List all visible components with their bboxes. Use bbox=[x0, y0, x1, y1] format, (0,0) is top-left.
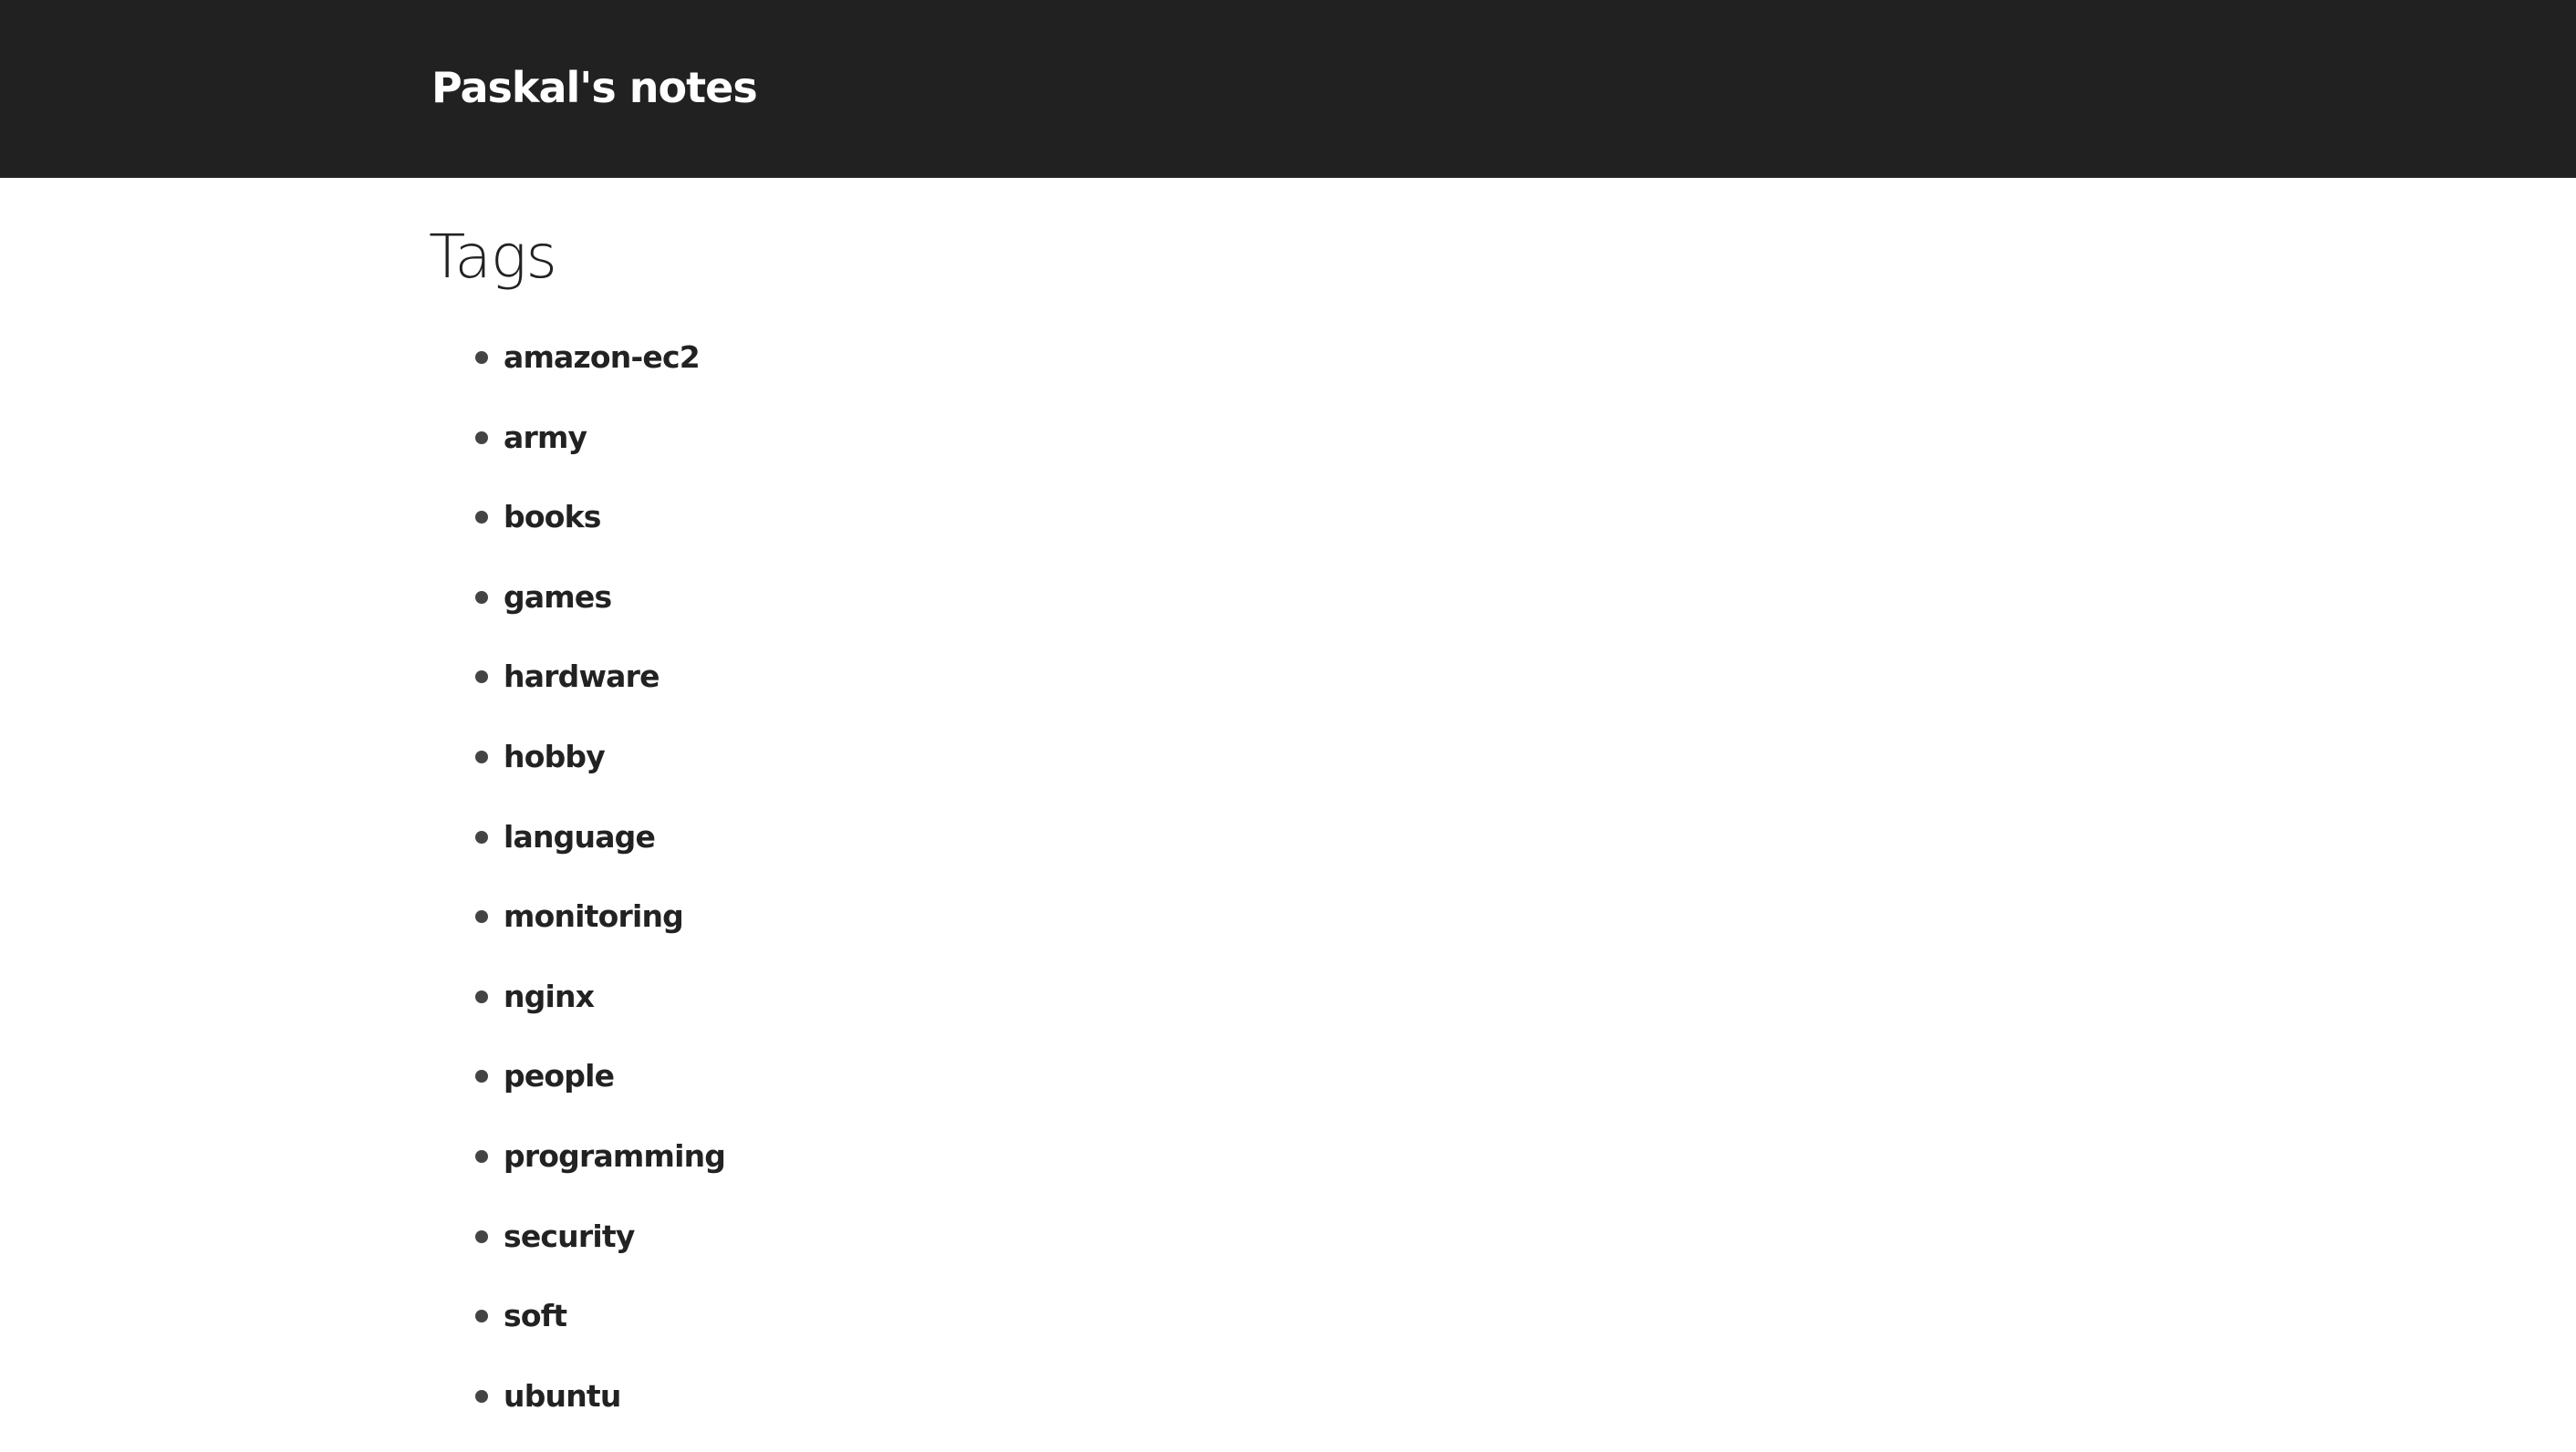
bullet-icon bbox=[475, 830, 488, 844]
tag-link[interactable]: hobby bbox=[504, 730, 606, 784]
bullet-icon bbox=[475, 670, 488, 684]
bullet-icon bbox=[475, 1389, 488, 1403]
site-header: Paskal's notes bbox=[0, 0, 2576, 178]
tag-item: language bbox=[475, 810, 656, 865]
bullet-icon bbox=[475, 430, 488, 444]
tag-link[interactable]: hardware bbox=[504, 649, 660, 704]
tag-link[interactable]: army bbox=[504, 410, 587, 465]
tag-link[interactable]: monitoring bbox=[504, 889, 684, 944]
bullet-icon bbox=[475, 590, 488, 604]
tag-item: security bbox=[475, 1209, 635, 1264]
tag-link[interactable]: security bbox=[504, 1209, 635, 1264]
tag-item: books bbox=[475, 490, 601, 544]
bullet-icon bbox=[475, 351, 488, 364]
tag-link[interactable]: ubuntu bbox=[504, 1369, 621, 1424]
tag-item: monitoring bbox=[475, 889, 684, 944]
site-title-link[interactable]: Paskal's notes bbox=[431, 57, 758, 119]
tag-link[interactable]: soft bbox=[504, 1289, 567, 1343]
bullet-icon bbox=[475, 1229, 488, 1243]
bullet-icon bbox=[475, 990, 488, 1003]
tag-link[interactable]: people bbox=[504, 1049, 615, 1104]
tag-item: hobby bbox=[475, 730, 606, 784]
tag-item: games bbox=[475, 570, 612, 625]
tag-item: army bbox=[475, 410, 587, 465]
tag-link[interactable]: books bbox=[504, 490, 601, 544]
bullet-icon bbox=[475, 511, 488, 524]
tag-item: amazon-ec2 bbox=[475, 330, 701, 385]
page-title: Tags bbox=[429, 222, 557, 292]
tag-item: ubuntu bbox=[475, 1369, 621, 1424]
bullet-icon bbox=[475, 1310, 488, 1323]
tag-link[interactable]: nginx bbox=[504, 970, 595, 1024]
tag-item: soft bbox=[475, 1289, 567, 1343]
tag-item: programming bbox=[475, 1129, 726, 1184]
bullet-icon bbox=[475, 751, 488, 763]
tag-link[interactable]: programming bbox=[504, 1129, 726, 1184]
bullet-icon bbox=[475, 1070, 488, 1084]
bullet-icon bbox=[475, 910, 488, 924]
tag-item: people bbox=[475, 1049, 615, 1104]
tag-link[interactable]: language bbox=[504, 810, 656, 865]
tag-item: hardware bbox=[475, 649, 660, 704]
bullet-icon bbox=[475, 1150, 488, 1163]
tag-link[interactable]: amazon-ec2 bbox=[504, 330, 701, 385]
tag-link[interactable]: games bbox=[504, 570, 612, 625]
tag-item: nginx bbox=[475, 970, 595, 1024]
